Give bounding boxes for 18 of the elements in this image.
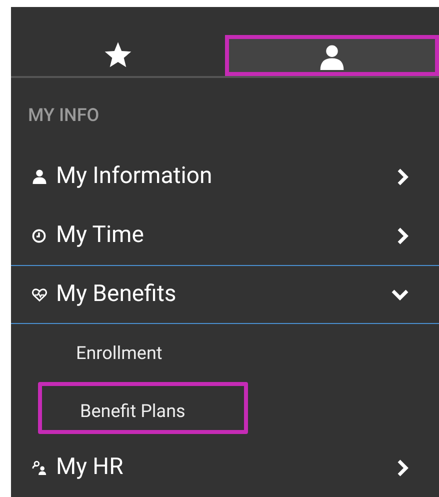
submenu-item[interactable]: Enrollment [38, 328, 248, 380]
clock-icon [32, 228, 46, 242]
chevron-right-icon [397, 226, 409, 244]
menu-item[interactable]: My Time [11, 206, 439, 265]
tab[interactable] [225, 35, 439, 76]
chevron-down-icon [391, 288, 409, 300]
star-icon [104, 42, 132, 69]
menu-item[interactable]: My Benefits [11, 265, 439, 324]
people-icon [32, 460, 47, 475]
chevron-right-icon [397, 168, 409, 186]
menu-item[interactable]: My Information [11, 147, 439, 206]
person-icon [32, 169, 47, 184]
section-title: MY INFO [28, 105, 100, 126]
heart-icon [32, 288, 47, 302]
submenu-item[interactable]: Benefit Plans [38, 382, 248, 434]
chevron-right-icon [397, 458, 409, 476]
person-icon [319, 44, 345, 70]
menu-item[interactable]: My HR [11, 438, 439, 497]
